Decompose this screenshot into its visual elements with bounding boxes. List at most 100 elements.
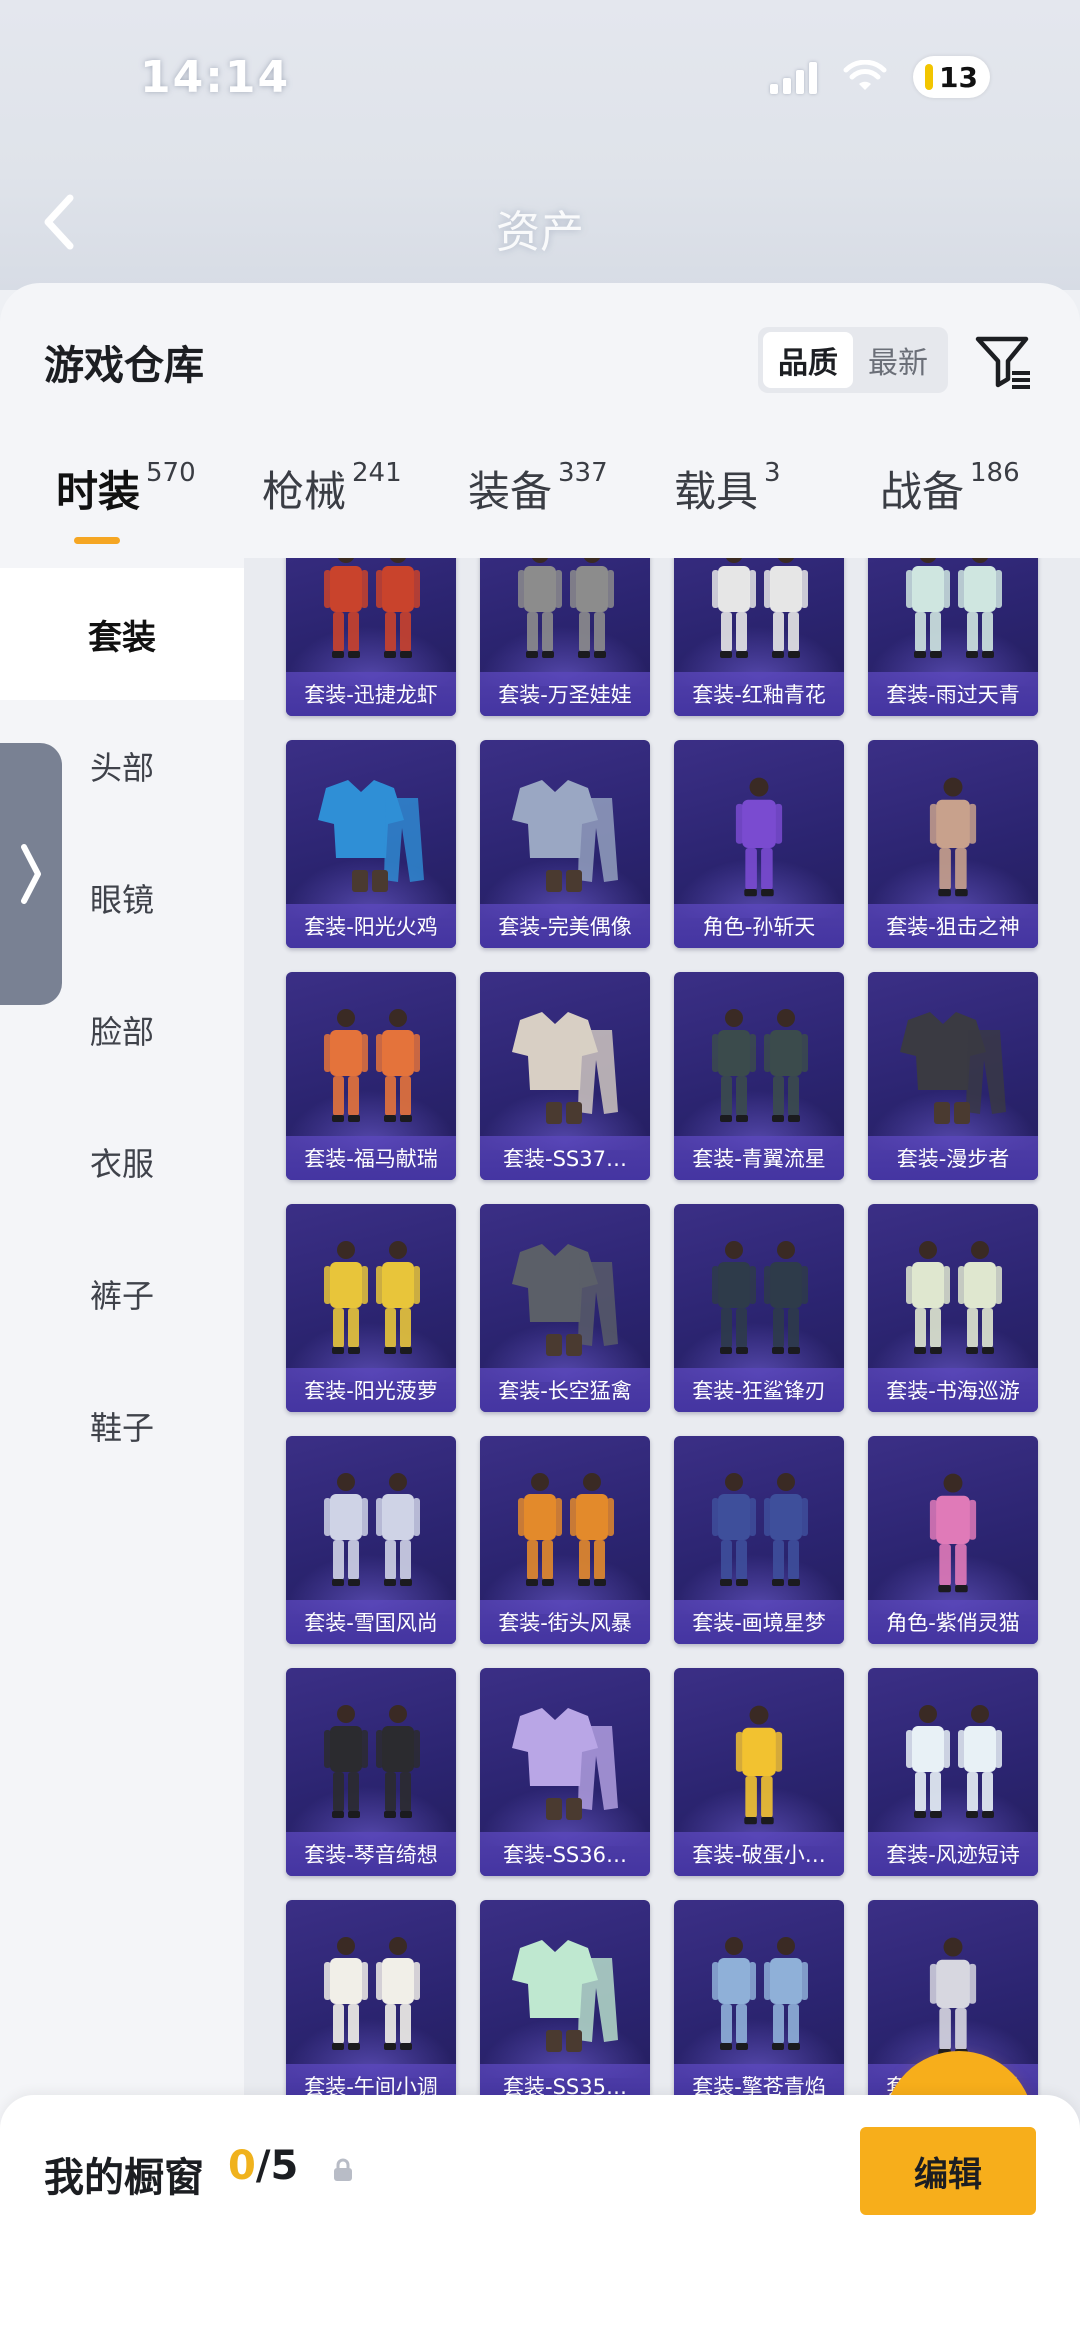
item-card[interactable]: 套装-狂鲨锋刃 (674, 1204, 844, 1412)
item-figure (900, 1012, 1006, 1124)
item-figure (906, 558, 1002, 658)
item-figure (512, 1244, 618, 1356)
item-figure (318, 780, 424, 892)
item-name: 套装-雪国风尚 (286, 1600, 456, 1644)
item-card[interactable]: 套装-画境星梦 (674, 1436, 844, 1644)
item-figure (735, 1705, 783, 1825)
sheet-header: 游戏仓库 品质 最新 (0, 283, 1080, 403)
sort-quality[interactable]: 品质 (763, 332, 853, 388)
tab-fashion[interactable]: 时装 570 (56, 458, 196, 519)
item-name: 套装-街头风暴 (480, 1600, 650, 1644)
item-name: 套装-SS37… (480, 1136, 650, 1180)
tab-label: 枪械 (262, 467, 347, 516)
item-name: 套装-风迹短诗 (868, 1832, 1038, 1876)
item-card[interactable]: 套装-街头风暴 (480, 1436, 650, 1644)
item-figure (712, 1937, 808, 2050)
item-name: 套装-画境星梦 (674, 1600, 844, 1644)
tab-vehicles[interactable]: 载具 3 (674, 458, 781, 519)
item-card[interactable]: 角色-孙斩天 (674, 740, 844, 948)
tab-count: 241 (352, 458, 402, 488)
tab-count: 570 (146, 458, 196, 488)
item-figure (324, 558, 420, 658)
item-card[interactable]: 套装-福马献瑞 (286, 972, 456, 1180)
item-name: 套装-漫步者 (868, 1136, 1038, 1180)
item-name: 套装-阳光菠萝 (286, 1368, 456, 1412)
item-card[interactable]: 套装-风迹短诗 (868, 1668, 1038, 1876)
sidebar-item-pants[interactable]: 裤子 (0, 1228, 244, 1360)
item-card[interactable]: 套装-雨过天青 (868, 558, 1038, 716)
item-figure (512, 780, 618, 892)
tab-guns[interactable]: 枪械 241 (262, 458, 402, 519)
tab-count: 186 (970, 458, 1020, 488)
item-card[interactable]: 套装-完美偶像 (480, 740, 650, 948)
item-name: 套装-长空猛禽 (480, 1368, 650, 1412)
sidebar-item-suits[interactable]: 套装 (0, 568, 244, 700)
top-header: 14:14 13 资产 (0, 0, 1080, 290)
item-card[interactable]: 套装-雪国风尚 (286, 1436, 456, 1644)
status-time: 14:14 (140, 52, 291, 103)
tab-label: 战备 (880, 467, 965, 516)
battery-indicator: 13 (913, 56, 990, 98)
category-tabs: 时装 570 枪械 241 装备 337 载具 3 战备 186 (0, 458, 1080, 558)
item-card[interactable]: 套装-SS36… (480, 1668, 650, 1876)
item-card[interactable]: 套装-擎苍青焰 (674, 1900, 844, 2108)
item-figure (906, 1241, 1002, 1354)
item-figure (324, 1241, 420, 1354)
item-card[interactable]: 套装-青翼流星 (674, 972, 844, 1180)
item-figure (324, 1705, 420, 1818)
item-card[interactable]: 套装-狙击之神 (868, 740, 1038, 948)
item-figure (712, 558, 808, 658)
sidebar-item-shoes[interactable]: 鞋子 (0, 1360, 244, 1492)
showcase-bar: 我的橱窗 0/5 编辑 (0, 2095, 1080, 2341)
showcase-separator: / (255, 2143, 271, 2189)
sidebar-item-clothes[interactable]: 衣服 (0, 1096, 244, 1228)
showcase-title: 我的橱窗 (44, 2155, 204, 2201)
item-figure (324, 1473, 420, 1586)
item-figure (712, 1473, 808, 1586)
item-name: 套装-SS36… (480, 1832, 650, 1876)
item-figure (929, 1937, 977, 2057)
item-figure (906, 1705, 1002, 1818)
sort-newest[interactable]: 最新 (853, 332, 943, 388)
item-card[interactable]: 套装-漫步者 (868, 972, 1038, 1180)
active-tab-indicator (74, 537, 120, 544)
showcase-count: 0/5 (228, 2143, 298, 2189)
tab-count: 337 (558, 458, 608, 488)
item-card[interactable]: 套装-SS35… (480, 1900, 650, 2108)
item-figure (518, 1473, 614, 1586)
item-card[interactable]: 套装-阳光菠萝 (286, 1204, 456, 1412)
drawer-toggle[interactable] (0, 743, 62, 1005)
edit-button[interactable]: 编辑 (860, 2127, 1036, 2215)
tab-equipment[interactable]: 装备 337 (468, 458, 608, 519)
battery-value: 13 (939, 60, 978, 94)
item-name: 套装-破蛋小… (674, 1832, 844, 1876)
item-card[interactable]: 套装-琴音绮想 (286, 1668, 456, 1876)
item-card[interactable]: 套装-书海巡游 (868, 1204, 1038, 1412)
item-card[interactable]: 套装-午间小调 (286, 1900, 456, 2108)
item-figure (324, 1009, 420, 1122)
item-card[interactable]: 套装-破蛋小… (674, 1668, 844, 1876)
tab-count: 3 (764, 458, 781, 488)
item-card[interactable]: 角色-紫俏灵猫 (868, 1436, 1038, 1644)
showcase-max: 5 (270, 2143, 299, 2189)
sort-toggle: 品质 最新 (758, 327, 948, 393)
item-card[interactable]: 套装-SS37… (480, 972, 650, 1180)
item-card[interactable]: 套装-阳光火鸡 (286, 740, 456, 948)
warehouse-sheet: 游戏仓库 品质 最新 时装 570 枪械 241 装备 337 载具 3 战备 … (0, 283, 1080, 2341)
showcase-used: 0 (228, 2143, 256, 2189)
item-name: 套装-狙击之神 (868, 904, 1038, 948)
sheet-title: 游戏仓库 (44, 343, 204, 389)
item-card[interactable]: 套装-迅捷龙虾 (286, 558, 456, 716)
tab-label: 时装 (56, 467, 141, 516)
status-icons: 13 (770, 56, 990, 98)
item-card[interactable]: 套装-长空猛禽 (480, 1204, 650, 1412)
tab-supplies[interactable]: 战备 186 (880, 458, 1020, 519)
battery-level (925, 64, 934, 90)
filter-icon[interactable] (972, 329, 1036, 393)
item-name: 套装-福马献瑞 (286, 1136, 456, 1180)
nav-title: 资产 (496, 207, 584, 258)
item-name: 套装-阳光火鸡 (286, 904, 456, 948)
item-card[interactable]: 套装-红釉青花 (674, 558, 844, 716)
drawer-chevron-icon (21, 844, 41, 904)
item-card[interactable]: 套装-万圣娃娃 (480, 558, 650, 716)
